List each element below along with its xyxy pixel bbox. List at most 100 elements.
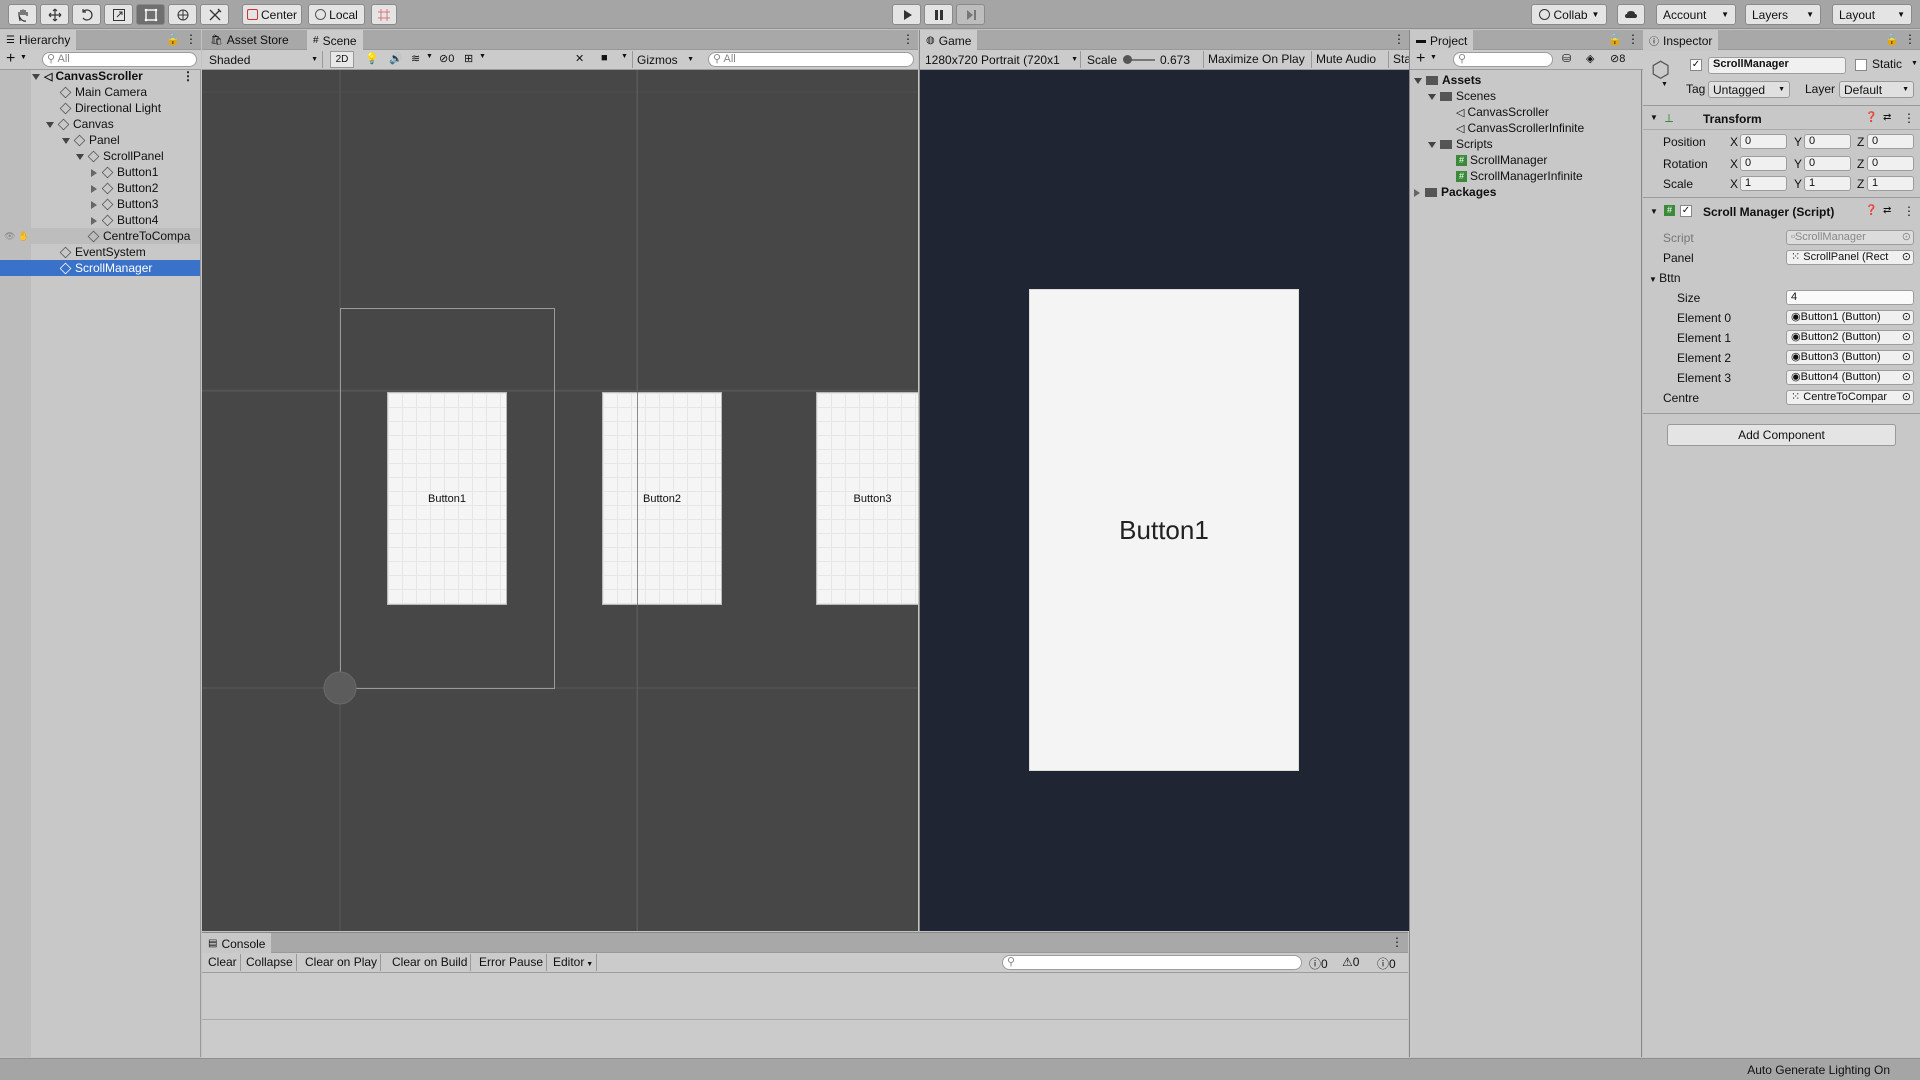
hand-tool-icon[interactable]: [8, 4, 37, 25]
stats-toggle[interactable]: Sta: [1388, 51, 1409, 68]
hierarchy-item-canvasscroller[interactable]: ◁ CanvasScroller ⋮: [32, 68, 200, 84]
hierarchy-item-centretocompa[interactable]: 👁 ✋ CentreToCompa: [0, 228, 200, 244]
hierarchy-item-button1[interactable]: Button1: [91, 164, 158, 180]
hierarchy-item-directional-light[interactable]: Directional Light: [59, 100, 161, 116]
hierarchy-search-input[interactable]: ⚲ All: [42, 52, 197, 67]
pause-button[interactable]: [924, 4, 953, 25]
move-tool-icon[interactable]: [40, 4, 69, 25]
scale-x-field[interactable]: 1: [1740, 176, 1787, 191]
audio-icon[interactable]: 🔊: [389, 52, 403, 65]
tag-dropdown[interactable]: Untagged ▼: [1708, 81, 1790, 98]
scale-y-field[interactable]: 1: [1804, 176, 1851, 191]
kebab-menu-icon[interactable]: ⋮: [1904, 32, 1916, 46]
effects-icon[interactable]: ≋: [411, 52, 420, 65]
chevron-down-icon[interactable]: ▼: [1661, 81, 1668, 88]
tab-hierarchy[interactable]: ☰ Hierarchy: [0, 30, 77, 50]
pivot-handle[interactable]: [323, 671, 357, 705]
transform-header[interactable]: ▼ ⟂ Transform ❓ ⇄ ⋮: [1643, 109, 1920, 130]
console-splitter[interactable]: [202, 1019, 1408, 1020]
size-field[interactable]: 4: [1786, 290, 1914, 305]
camera-icon[interactable]: ■: [601, 52, 608, 64]
hierarchy-item-button2[interactable]: Button2: [91, 180, 158, 196]
step-button[interactable]: [956, 4, 985, 25]
game-button1[interactable]: Button1: [1029, 289, 1299, 771]
hierarchy-item-scrollpanel[interactable]: ScrollPanel: [76, 148, 164, 164]
lock-icon[interactable]: 🔒: [1608, 33, 1622, 46]
rotate-tool-icon[interactable]: [72, 4, 101, 25]
console-log-area[interactable]: [202, 973, 1408, 1058]
scene-viewport[interactable]: Button1 Button2 Button3: [202, 70, 918, 931]
clear-on-play-toggle[interactable]: Clear on Play: [302, 954, 382, 971]
editor-dropdown[interactable]: Editor ▼: [550, 954, 598, 971]
filter-type-icon[interactable]: ⛁: [1562, 52, 1571, 65]
add-component-button[interactable]: Add Component: [1667, 424, 1896, 446]
layer-dropdown[interactable]: Default ▼: [1839, 81, 1914, 98]
chevron-down-icon[interactable]: ▼: [479, 53, 486, 60]
hierarchy-item-main-camera[interactable]: Main Camera: [59, 84, 147, 100]
element-2-field[interactable]: ◉Button3 (Button) ⊙: [1786, 350, 1914, 365]
eye-hidden-icon[interactable]: 👁: [4, 228, 15, 244]
chevron-down-icon[interactable]: ▼: [426, 53, 433, 60]
warning-filter-toggle[interactable]: ⚠0: [1342, 955, 1359, 969]
mute-audio-toggle[interactable]: Mute Audio: [1311, 51, 1380, 68]
tools-icon[interactable]: ✕: [575, 52, 584, 65]
scene-button2[interactable]: Button2: [602, 392, 722, 605]
collab-dropdown[interactable]: Collab ▼: [1531, 4, 1607, 25]
position-y-field[interactable]: 0: [1804, 134, 1851, 149]
project-item-scenes[interactable]: Scenes: [1428, 88, 1496, 104]
filter-label-icon[interactable]: ◈: [1586, 52, 1594, 65]
scale-tool-icon[interactable]: [104, 4, 133, 25]
kebab-menu-icon[interactable]: ⋮: [182, 68, 194, 84]
collapse-toggle[interactable]: Collapse: [243, 954, 297, 971]
project-item-packages[interactable]: Packages: [1414, 184, 1496, 200]
kebab-menu-icon[interactable]: ⋮: [902, 32, 914, 46]
grid-toggle-icon[interactable]: ⊞: [464, 52, 473, 65]
kebab-menu-icon[interactable]: ⋮: [1903, 111, 1915, 125]
custom-tool-icon[interactable]: [200, 4, 229, 25]
layout-dropdown[interactable]: Layout ▼: [1832, 4, 1912, 25]
element-1-field[interactable]: ◉Button2 (Button) ⊙: [1786, 330, 1914, 345]
presets-icon[interactable]: ⇄: [1883, 112, 1891, 123]
kebab-menu-icon[interactable]: ⋮: [1393, 32, 1405, 46]
account-dropdown[interactable]: Account ▼: [1656, 4, 1736, 25]
chevron-down-icon[interactable]: ▼: [1650, 207, 1658, 216]
object-picker-icon[interactable]: ⊙: [1901, 331, 1911, 344]
position-z-field[interactable]: 0: [1867, 134, 1914, 149]
scroll-manager-header[interactable]: ▼ # ✓ Scroll Manager (Script) ❓ ⇄ ⋮: [1643, 203, 1920, 223]
cloud-icon[interactable]: [1617, 4, 1645, 25]
log-filter-toggle[interactable]: ⓘ0: [1309, 955, 1328, 972]
scene-button1[interactable]: Button1: [387, 392, 507, 605]
bttn-foldout[interactable]: ▼ Bttn: [1649, 270, 1681, 288]
scale-slider-handle[interactable]: [1123, 55, 1132, 64]
help-icon[interactable]: ❓: [1865, 112, 1877, 123]
clear-on-build-toggle[interactable]: Clear on Build: [389, 954, 472, 971]
active-checkbox[interactable]: ✓: [1690, 59, 1702, 71]
hidden-packages-icon[interactable]: ⊘8: [1610, 52, 1625, 65]
resolution-dropdown[interactable]: 1280x720 Portrait (720x1 ▼: [923, 51, 1081, 68]
add-icon[interactable]: +: [6, 50, 15, 68]
component-enabled-checkbox[interactable]: ✓: [1680, 205, 1692, 217]
hierarchy-item-scrollmanager[interactable]: ScrollManager: [0, 260, 200, 276]
2d-toggle[interactable]: 2D: [330, 51, 354, 68]
element-0-field[interactable]: ◉Button1 (Button) ⊙: [1786, 310, 1914, 325]
object-picker-icon[interactable]: ⊙: [1901, 391, 1911, 404]
scene-button3[interactable]: Button3: [816, 392, 918, 605]
rect-tool-icon[interactable]: [136, 4, 165, 25]
kebab-menu-icon[interactable]: ⋮: [1391, 935, 1403, 949]
pick-hidden-icon[interactable]: ✋: [18, 228, 29, 244]
pivot-center-toggle[interactable]: Center: [242, 4, 302, 25]
scene-search-input[interactable]: ⚲ All: [708, 52, 914, 67]
chevron-down-icon[interactable]: ▼: [1650, 113, 1658, 122]
rotation-z-field[interactable]: 0: [1867, 156, 1914, 171]
add-icon[interactable]: +: [1416, 50, 1425, 68]
rotation-x-field[interactable]: 0: [1740, 156, 1787, 171]
tab-project[interactable]: ▬ Project: [1410, 30, 1474, 51]
kebab-menu-icon[interactable]: ⋮: [185, 32, 197, 46]
position-x-field[interactable]: 0: [1740, 134, 1787, 149]
chevron-down-icon[interactable]: ▼: [1430, 54, 1437, 61]
hidden-objects-icon[interactable]: ⊘0: [439, 52, 454, 65]
scale-z-field[interactable]: 1: [1867, 176, 1914, 191]
hierarchy-item-panel[interactable]: Panel: [62, 132, 120, 148]
object-picker-icon[interactable]: ⊙: [1902, 231, 1911, 244]
project-search-input[interactable]: ⚲: [1453, 52, 1553, 67]
